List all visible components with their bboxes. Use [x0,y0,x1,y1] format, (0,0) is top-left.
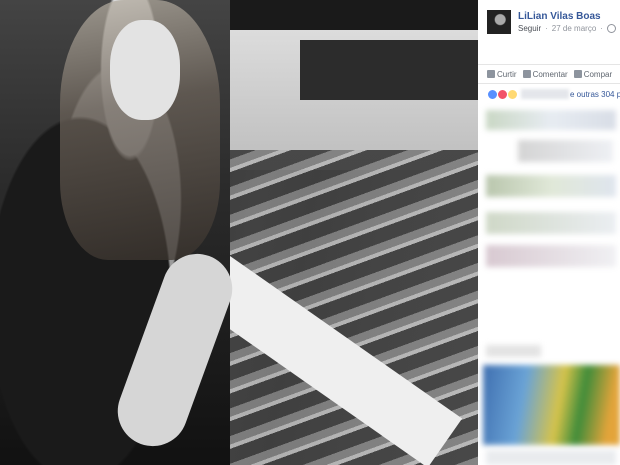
like-label: Curtir [497,69,517,79]
share-icon [573,70,582,78]
avatar[interactable] [487,10,511,34]
photo-window [300,40,478,100]
blurred-comment-reply [518,140,613,162]
share-label: Compar [583,69,613,79]
blurred-ad-text [486,450,616,465]
blurred-names [521,89,569,99]
photo-face [110,20,180,120]
wow-reaction-icon [507,89,518,100]
post-sidebar: LiLian Vilas Boas Seguir · 27 de março ·… [478,0,620,465]
globe-icon [606,24,616,33]
post-meta: Seguir · 27 de março · [518,24,616,33]
comment-icon [522,70,531,78]
meta-separator: · [600,24,603,33]
author-name-link[interactable]: LiLian Vilas Boas [518,11,601,22]
post-photo[interactable] [0,0,478,465]
reaction-summary[interactable] [487,89,518,100]
follow-button[interactable]: Seguir [518,24,541,33]
reaction-others-link[interactable]: e outras 304 p [570,90,620,99]
blurred-comment [486,245,616,267]
meta-separator: · [545,24,548,33]
action-bar: Curtir Comentar Compar [478,64,620,84]
blurred-heading [486,345,541,357]
blurred-ad-image [483,365,620,445]
thumbs-up-icon [487,70,495,78]
share-button[interactable]: Compar [573,69,613,79]
blurred-comment [486,175,616,197]
comment-button[interactable]: Comentar [522,69,568,79]
blurred-comment [486,212,616,234]
blurred-comment [486,110,616,130]
like-button[interactable]: Curtir [487,70,517,79]
post-date-link[interactable]: 27 de março [552,24,596,33]
comment-label: Comentar [532,69,568,79]
